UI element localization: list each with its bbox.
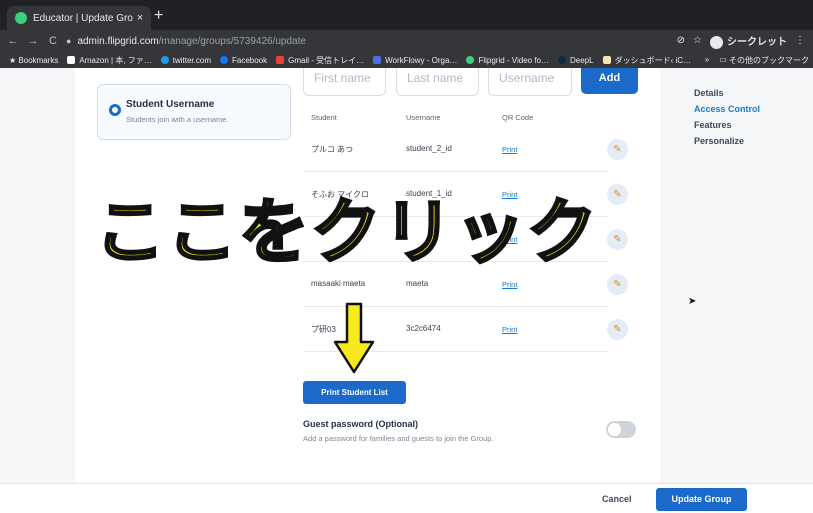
last-name-input[interactable]: Last name (396, 68, 479, 96)
update-group-button[interactable]: Update Group (656, 488, 747, 511)
radio-selected-icon[interactable] (109, 104, 121, 116)
student-name: プルコ あつ (311, 145, 354, 154)
cancel-button[interactable]: Cancel (602, 494, 632, 504)
form-footer: Cancel Update Group (0, 483, 813, 513)
qr-print-link[interactable]: Print (502, 145, 517, 154)
qr-print-link[interactable]: Print (502, 280, 517, 289)
star-icon: ★ (9, 55, 19, 65)
bookmarks-overflow-icon[interactable]: » (705, 55, 709, 66)
workflowy-icon (373, 56, 382, 64)
bookmarks-right: » ▭ その他のブックマーク (705, 55, 809, 66)
nav-features[interactable]: Features (694, 120, 732, 130)
forward-icon[interactable]: → (26, 35, 40, 47)
option-subtitle: Students join with a username. (126, 115, 229, 124)
reload-icon[interactable]: C (46, 35, 60, 47)
incognito-label: シークレット (727, 37, 787, 48)
section-nav: Details Access Control Features Personal… (660, 68, 813, 483)
pencil-icon[interactable]: ✎ (607, 139, 628, 160)
pencil-icon[interactable]: ✎ (607, 184, 628, 205)
first-name-input[interactable]: First name (303, 68, 386, 96)
address-bar[interactable]: ● admin.flipgrid.com/manage/groups/57394… (66, 33, 676, 49)
page-content: Student Username Students join with a us… (0, 68, 813, 513)
screenshot-frame: Educator | Update Group × + ← → C ● admi… (0, 0, 813, 513)
guest-password-subtitle: Add a password for families and guests t… (303, 434, 494, 443)
incognito-icon (710, 35, 723, 49)
pencil-icon[interactable]: ✎ (607, 274, 628, 295)
url-host: admin.flipgrid.com (77, 35, 159, 47)
bookmark-label: ダッシュボード‹ iC… (614, 55, 692, 65)
star-icon[interactable]: ☆ (693, 35, 702, 46)
bookmark-label: DeepL (570, 55, 594, 65)
student-username: maeta (406, 279, 429, 288)
down-arrow-icon (333, 302, 375, 374)
back-icon[interactable]: ← (6, 35, 20, 47)
student-username: 3c2c6474 (406, 324, 441, 333)
toolbar-right: ⊘ ☆ シークレット ⋮ (677, 33, 813, 49)
facebook-icon (219, 56, 228, 64)
browser-tab[interactable]: Educator | Update Group × (7, 6, 151, 30)
bookmark-item[interactable]: ダッシュボード‹ iC… (602, 55, 692, 66)
guest-password-title: Guest password (Optional) (303, 419, 419, 429)
group-settings-card: Student Username Students join with a us… (75, 68, 660, 483)
pencil-icon[interactable]: ✎ (607, 229, 628, 250)
pencil-icon[interactable]: ✎ (607, 319, 628, 340)
nav-access-control[interactable]: Access Control (694, 104, 760, 114)
flipgrid-favicon-icon (15, 12, 27, 24)
url-path: /manage/groups/5739426/update (158, 35, 306, 47)
bookmark-label: WorkFlowy - Orga… (385, 55, 458, 65)
bookmark-item[interactable]: ★ Bookmarks (9, 56, 58, 65)
amazon-icon (67, 56, 76, 64)
gmail-icon (276, 56, 285, 64)
column-header-qr-code: QR Code (502, 113, 534, 122)
student-name: masaaki maeta (311, 279, 366, 288)
tab-close-icon[interactable]: × (133, 12, 147, 24)
dashboard-icon (602, 56, 611, 64)
bookmark-label: Amazon | 本, ファ… (79, 55, 152, 65)
add-student-button[interactable]: Add (581, 68, 638, 94)
bookmark-label: Facebook (231, 55, 268, 65)
print-student-list-button[interactable]: Print Student List (303, 381, 406, 404)
tab-title: Educator | Update Group (33, 12, 133, 24)
bookmark-item[interactable]: DeepL (558, 56, 594, 65)
student-username: student_2_id (406, 144, 452, 153)
username-input[interactable]: Username (488, 68, 572, 96)
bookmark-item[interactable]: Gmail - 受信トレイ… (276, 55, 364, 66)
bookmark-item[interactable]: Flipgrid - Video fo… (466, 56, 549, 65)
bookmark-label: Gmail - 受信トレイ… (288, 55, 365, 65)
bookmark-label: twitter.com (172, 55, 211, 65)
guest-password-toggle[interactable] (606, 421, 636, 438)
flipgrid-icon (466, 56, 475, 64)
column-header-student: Student (311, 113, 337, 122)
nav-personalize[interactable]: Personalize (694, 136, 744, 146)
qr-print-link[interactable]: Print (502, 325, 517, 334)
incognito-indicator[interactable]: シークレット (710, 33, 787, 49)
folder-icon: ▭ (719, 55, 729, 64)
option-title: Student Username (126, 99, 215, 110)
toggle-knob (608, 423, 621, 436)
column-header-username: Username (406, 113, 441, 122)
bookmark-label: Flipgrid - Video fo… (478, 55, 549, 65)
student-username-option[interactable]: Student Username Students join with a us… (97, 84, 291, 140)
twitter-icon (160, 56, 169, 64)
bookmark-label: Bookmarks (18, 55, 59, 65)
table-row: プルコ あつ student_2_id Print ✎ (303, 127, 628, 172)
eye-off-icon[interactable]: ⊘ (677, 35, 685, 46)
lock-icon: ● (66, 36, 72, 46)
new-tab-icon[interactable]: + (154, 8, 163, 24)
bookmark-item[interactable]: WorkFlowy - Orga… (373, 56, 457, 65)
bookmark-item[interactable]: Amazon | 本, ファ… (67, 55, 152, 66)
bookmark-item[interactable]: twitter.com (160, 55, 211, 65)
other-bookmarks[interactable]: その他のブックマーク (729, 55, 809, 66)
mouse-cursor-icon: ➤ (688, 296, 697, 307)
menu-icon[interactable]: ⋮ (795, 35, 805, 46)
browser-tab-bar: Educator | Update Group × + (0, 0, 813, 30)
click-here-caption: ここをクリック (94, 191, 599, 274)
browser-toolbar: ← → C ● admin.flipgrid.com/manage/groups… (0, 30, 813, 52)
deepl-icon (558, 56, 566, 64)
bookmark-item[interactable]: Facebook (219, 55, 268, 65)
nav-details[interactable]: Details (694, 88, 724, 98)
bookmarks-bar: ★ Bookmarks Amazon | 本, ファ… twitter.com … (0, 52, 813, 68)
